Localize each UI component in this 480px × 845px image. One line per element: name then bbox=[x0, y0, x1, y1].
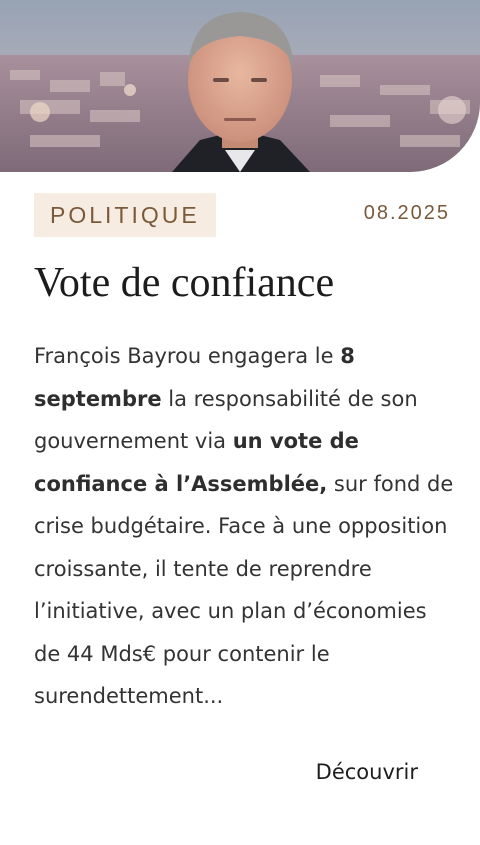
discover-link[interactable]: Découvrir bbox=[316, 760, 418, 784]
hero-image bbox=[0, 0, 480, 172]
summary-text: sur fond de crise budgétaire. Face à une… bbox=[34, 471, 454, 709]
summary-text: François Bayrou engagera le bbox=[34, 344, 341, 368]
article-title: Vote de confiance bbox=[34, 260, 335, 306]
article-summary: François Bayrou engagera le 8 septembre … bbox=[34, 335, 454, 718]
article-date: 08.2025 bbox=[363, 202, 450, 224]
category-badge: POLITIQUE bbox=[34, 193, 216, 237]
hero-photo bbox=[0, 0, 480, 172]
